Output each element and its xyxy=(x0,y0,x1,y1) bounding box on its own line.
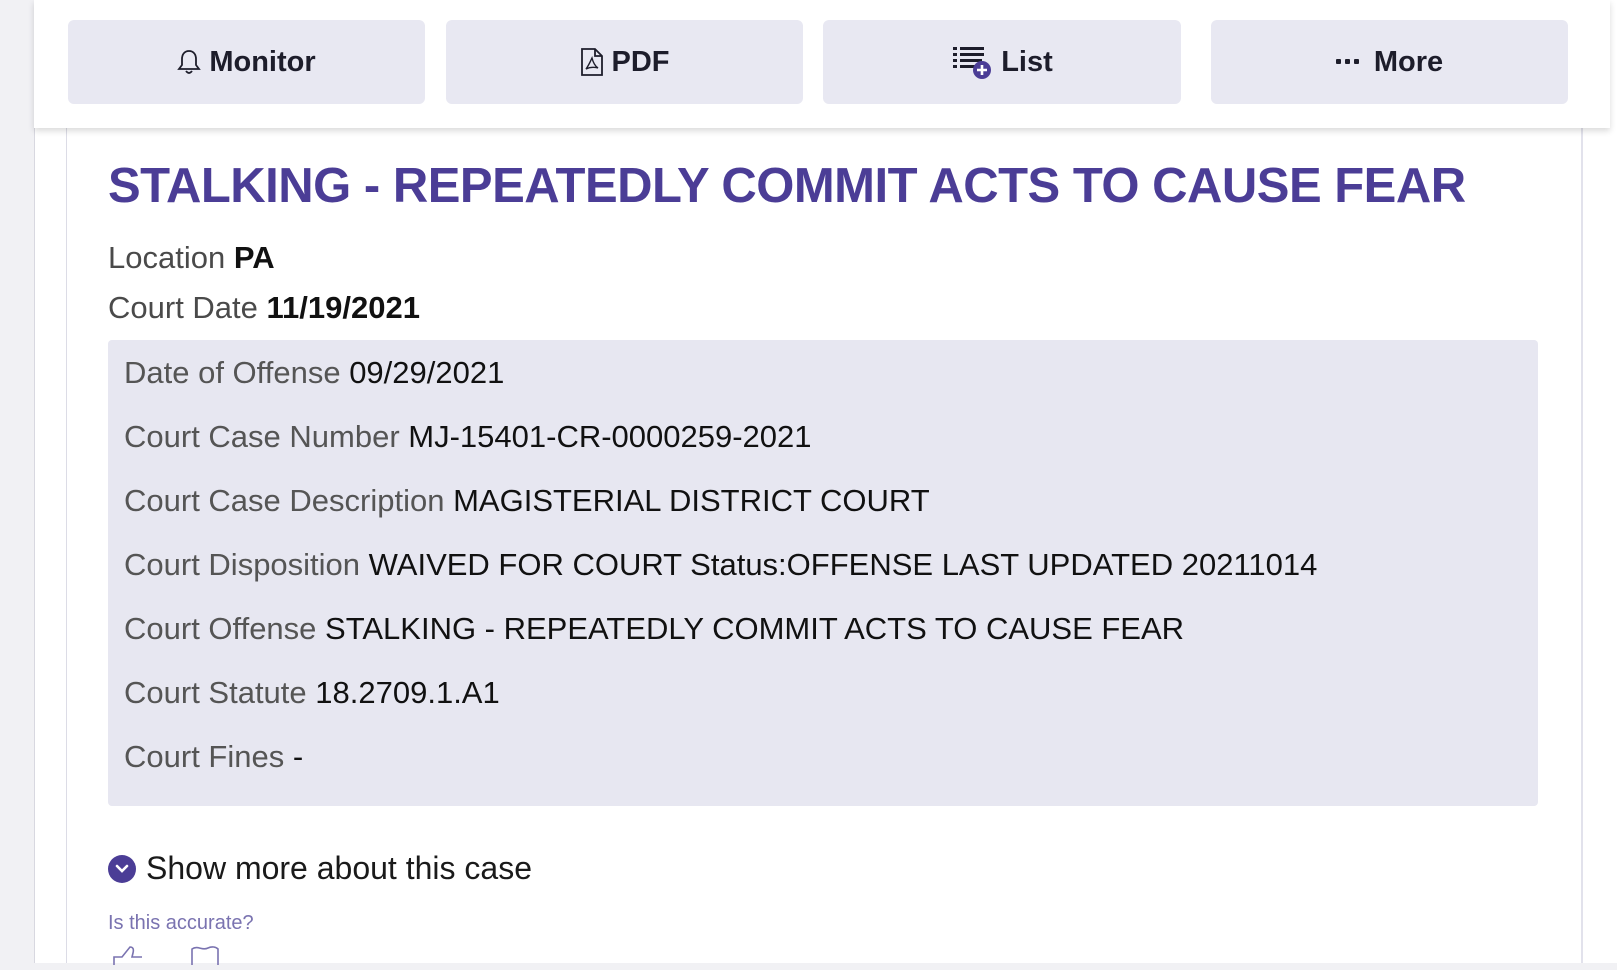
flag-icon[interactable] xyxy=(186,945,222,970)
detail-row-court-fines: Court Fines - xyxy=(124,739,303,775)
action-toolbar: Monitor PDF List More xyxy=(34,0,1610,128)
detail-row-court-disposition: Court Disposition WAIVED FOR COURT Statu… xyxy=(124,547,1317,583)
offense-title: STALKING - REPEATEDLY COMMIT ACTS TO CAU… xyxy=(108,159,1466,213)
monitor-label: Monitor xyxy=(209,45,316,78)
more-label: More xyxy=(1373,45,1444,78)
case-details-panel: Date of Offense 09/29/2021 Court Case Nu… xyxy=(108,340,1538,806)
detail-label: Date of Offense xyxy=(124,355,341,390)
detail-value: 18.2709.1.A1 xyxy=(315,675,500,710)
detail-row-court-case-description: Court Case Description MAGISTERIAL DISTR… xyxy=(124,483,930,519)
location-row: Location PA xyxy=(108,240,275,276)
detail-row-court-statute: Court Statute 18.2709.1.A1 xyxy=(124,675,500,711)
detail-row-date-of-offense: Date of Offense 09/29/2021 xyxy=(124,355,504,391)
pdf-button[interactable]: PDF xyxy=(446,20,803,104)
accuracy-question: Is this accurate? xyxy=(108,912,254,934)
monitor-button[interactable]: Monitor xyxy=(68,20,425,104)
court-date-value: 11/19/2021 xyxy=(266,290,420,325)
detail-label: Court Disposition xyxy=(124,547,361,582)
detail-label: Court Case Number xyxy=(124,419,400,454)
detail-label: Court Case Description xyxy=(124,483,445,518)
detail-row-court-offense: Court Offense STALKING - REPEATEDLY COMM… xyxy=(124,611,1184,647)
list-add-icon xyxy=(951,44,993,80)
detail-value: - xyxy=(292,739,304,774)
detail-value: MJ-15401-CR-0000259-2021 xyxy=(408,419,812,454)
show-more-label: Show more about this case xyxy=(146,850,532,886)
detail-row-court-case-number: Court Case Number MJ-15401-CR-0000259-20… xyxy=(124,419,812,455)
feedback-icons xyxy=(110,945,222,970)
more-button[interactable]: More xyxy=(1211,20,1568,104)
detail-label: Court Statute xyxy=(124,675,307,710)
detail-label: Court Offense xyxy=(124,611,317,646)
location-value: PA xyxy=(233,240,275,275)
bell-icon xyxy=(177,48,202,76)
pdf-file-icon xyxy=(580,47,604,77)
location-label: Location xyxy=(108,240,226,275)
detail-value: WAIVED FOR COURT Status:OFFENSE LAST UPD… xyxy=(368,547,1318,582)
thumbs-up-icon[interactable] xyxy=(110,945,146,970)
detail-label: Court Fines xyxy=(124,739,285,774)
list-label: List xyxy=(1001,45,1053,78)
court-date-label: Court Date xyxy=(108,290,258,325)
detail-value: STALKING - REPEATEDLY COMMIT ACTS TO CAU… xyxy=(325,611,1185,646)
ellipsis-icon xyxy=(1335,58,1360,66)
detail-value: MAGISTERIAL DISTRICT COURT xyxy=(453,483,930,518)
chevron-down-icon xyxy=(108,854,136,883)
detail-value: 09/29/2021 xyxy=(349,355,505,390)
show-more-toggle[interactable]: Show more about this case xyxy=(108,850,532,887)
pdf-label: PDF xyxy=(611,45,670,78)
list-button[interactable]: List xyxy=(823,20,1181,104)
court-date-row: Court Date 11/19/2021 xyxy=(108,290,420,326)
